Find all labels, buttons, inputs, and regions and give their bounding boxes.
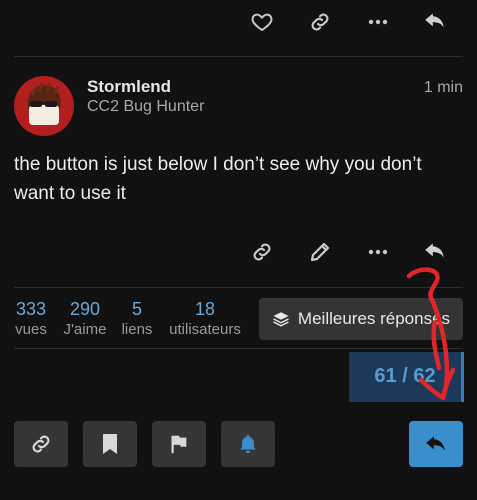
reply-button[interactable] [409, 421, 463, 467]
pencil-icon[interactable] [308, 240, 332, 264]
notifications-button[interactable] [221, 421, 275, 467]
more-icon[interactable] [366, 10, 390, 34]
heart-icon[interactable] [250, 10, 274, 34]
stat-links: 5 liens [119, 299, 155, 338]
annotation-arrow [406, 267, 456, 401]
reply-icon[interactable] [422, 238, 448, 264]
reply-icon [423, 431, 449, 457]
stat-label: J'aime [63, 321, 107, 338]
flag-icon [168, 433, 190, 455]
more-icon[interactable] [366, 240, 390, 264]
post-time[interactable]: 1 min [424, 79, 463, 97]
stat-value: 18 [194, 299, 216, 319]
previous-post-actions [0, 6, 477, 40]
avatar[interactable] [14, 76, 74, 136]
stat-value: 290 [69, 299, 101, 319]
username[interactable]: Stormlend [87, 77, 171, 97]
stat-value: 5 [131, 299, 142, 319]
reply-icon[interactable] [422, 8, 448, 34]
stat-label: liens [121, 321, 153, 338]
layers-icon [272, 310, 290, 328]
stat-label: vues [15, 321, 47, 338]
stat-likes: 290 J'aime [60, 299, 110, 338]
stat-label: utilisateurs [169, 321, 241, 338]
divider [14, 56, 463, 57]
link-icon [29, 432, 53, 456]
bookmark-icon [100, 433, 120, 455]
flag-button[interactable] [152, 421, 206, 467]
stat-users: 18 utilisateurs [166, 299, 244, 338]
link-icon[interactable] [308, 10, 332, 34]
share-button[interactable] [14, 421, 68, 467]
post-body: the button is just below I don’t see why… [14, 154, 422, 204]
link-icon[interactable] [250, 240, 274, 264]
stat-value: 333 [15, 299, 47, 319]
user-title: CC2 Bug Hunter [87, 98, 205, 115]
bell-icon [237, 433, 259, 455]
stat-views: 333 vues [13, 299, 49, 338]
bookmark-button[interactable] [83, 421, 137, 467]
